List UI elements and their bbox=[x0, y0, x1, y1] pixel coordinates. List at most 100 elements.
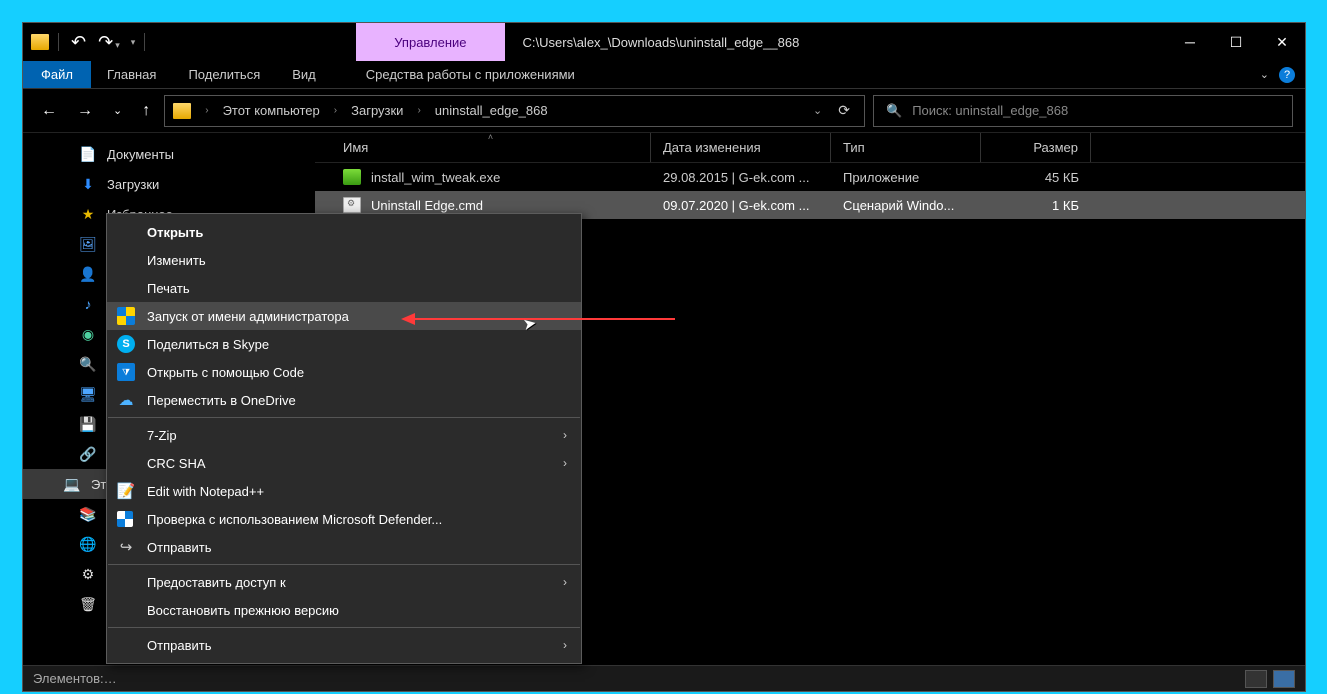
ctx-send-to[interactable]: Отправить › bbox=[107, 631, 581, 659]
customize-qat-icon[interactable]: ▾ bbox=[129, 37, 136, 48]
panel-icon: ⚙ bbox=[79, 566, 97, 582]
saved-icon: 💾 bbox=[79, 416, 97, 432]
ctx-label: Отправить bbox=[147, 638, 211, 653]
contacts-icon: 👤 bbox=[79, 266, 97, 282]
ctx-print[interactable]: Печать bbox=[107, 274, 581, 302]
ctx-run-as-admin[interactable]: Запуск от имени администратора bbox=[107, 302, 581, 330]
titlebar: ↶ ↷▾ ▾ Управление C:\Users\alex_\Downloa… bbox=[23, 23, 1305, 61]
breadcrumb-sep-icon: › bbox=[199, 105, 214, 116]
breadcrumb-this-pc[interactable]: Этот компьютер bbox=[223, 103, 320, 118]
links-icon: 🔗 bbox=[79, 446, 97, 462]
maximize-button[interactable]: ☐ bbox=[1213, 23, 1259, 61]
ctx-label: Предоставить доступ к bbox=[147, 575, 286, 590]
ctx-edit[interactable]: Изменить bbox=[107, 246, 581, 274]
cmd-icon bbox=[343, 197, 361, 213]
file-name: Uninstall Edge.cmd bbox=[371, 198, 483, 213]
details-view-button[interactable] bbox=[1245, 670, 1267, 688]
address-dropdown-icon[interactable]: ⌄ bbox=[813, 104, 822, 117]
col-date[interactable]: Дата изменения bbox=[651, 133, 831, 162]
context-menu: Открыть Изменить Печать Запуск от имени … bbox=[106, 213, 582, 664]
ctx-skype-share[interactable]: S Поделиться в Skype bbox=[107, 330, 581, 358]
ctx-share[interactable]: ↪ Отправить bbox=[107, 533, 581, 561]
ctx-move-to-onedrive[interactable]: ☁ Переместить в OneDrive bbox=[107, 386, 581, 414]
status-bar: Элементов:… bbox=[23, 665, 1305, 691]
file-type: Сценарий Windo... bbox=[831, 198, 981, 213]
ctx-scan-defender[interactable]: Проверка с использованием Microsoft Defe… bbox=[107, 505, 581, 533]
ctx-edit-with-notepadpp[interactable]: 📝 Edit with Notepad++ bbox=[107, 477, 581, 505]
sidebar-documents[interactable]: 📄Документы bbox=[23, 139, 315, 169]
vscode-icon: ⧩ bbox=[117, 363, 135, 381]
breadcrumb-sep-icon: › bbox=[328, 105, 343, 116]
tab-share[interactable]: Поделиться bbox=[172, 61, 276, 88]
desktop-icon: 🖥 bbox=[79, 386, 97, 402]
ctx-open[interactable]: Открыть bbox=[107, 218, 581, 246]
ctx-grant-access[interactable]: Предоставить доступ к › bbox=[107, 568, 581, 596]
thumbnails-view-button[interactable] bbox=[1273, 670, 1295, 688]
ctx-label: Запуск от имени администратора bbox=[147, 309, 349, 324]
tab-home[interactable]: Главная bbox=[91, 61, 172, 88]
help-icon[interactable]: ? bbox=[1279, 67, 1295, 83]
ctx-restore-previous[interactable]: Восстановить прежнюю версию bbox=[107, 596, 581, 624]
minimize-button[interactable]: ─ bbox=[1167, 23, 1213, 61]
col-type[interactable]: Тип bbox=[831, 133, 981, 162]
breadcrumb-sep-icon: › bbox=[411, 105, 426, 116]
submenu-arrow-icon: › bbox=[563, 638, 567, 652]
folder-icon bbox=[31, 34, 49, 50]
ctx-7zip[interactable]: 7-Zip › bbox=[107, 421, 581, 449]
submenu-arrow-icon: › bbox=[563, 456, 567, 470]
redo-icon[interactable]: ↷▾ bbox=[95, 32, 123, 53]
sidebar-label: Загрузки bbox=[107, 177, 159, 192]
close-button[interactable]: ✕ bbox=[1259, 23, 1305, 61]
search-icon: 🔍 bbox=[79, 356, 97, 372]
download-icon: ⬇ bbox=[79, 176, 97, 192]
exe-icon bbox=[343, 169, 361, 185]
file-type: Приложение bbox=[831, 170, 981, 185]
ctx-label: CRC SHA bbox=[147, 456, 206, 471]
network-icon: 🌐 bbox=[79, 536, 97, 552]
shield-icon bbox=[117, 307, 135, 325]
sidebar-downloads[interactable]: ⬇ Загрузки bbox=[23, 169, 315, 199]
library-icon: 📚 bbox=[79, 506, 97, 522]
submenu-arrow-icon: › bbox=[563, 575, 567, 589]
notepadpp-icon: 📝 bbox=[117, 482, 135, 500]
annotation-arrow bbox=[405, 318, 675, 320]
col-name[interactable]: Имя˄ bbox=[331, 133, 651, 162]
forward-button[interactable]: → bbox=[71, 98, 99, 124]
menu-separator bbox=[108, 417, 580, 418]
up-button[interactable]: ↑ bbox=[136, 98, 156, 124]
ribbon-tabs: Файл Главная Поделиться Вид Средства раб… bbox=[23, 61, 1305, 89]
defender-icon bbox=[117, 511, 133, 527]
window-controls: ─ ☐ ✕ bbox=[1167, 23, 1305, 61]
trash-icon: 🗑 bbox=[79, 596, 97, 612]
folder-icon bbox=[173, 103, 191, 119]
ctx-open-with-code[interactable]: ⧩ Открыть с помощью Code bbox=[107, 358, 581, 386]
star-icon: ★ bbox=[79, 206, 97, 222]
recent-locations-icon[interactable]: ⌄ bbox=[107, 100, 128, 121]
undo-icon[interactable]: ↶ bbox=[68, 32, 89, 53]
ribbon-expand-icon[interactable]: ⌄ bbox=[1260, 68, 1269, 81]
col-size[interactable]: Размер bbox=[981, 133, 1091, 162]
ctx-crc-sha[interactable]: CRC SHA › bbox=[107, 449, 581, 477]
file-row[interactable]: install_wim_tweak.exe 29.08.2015 | G-ek.… bbox=[315, 163, 1305, 191]
music-icon: ♪ bbox=[79, 296, 97, 312]
column-headers: Имя˄ Дата изменения Тип Размер bbox=[315, 133, 1305, 163]
file-date: 09.07.2020 | G-ek.com ... bbox=[651, 198, 831, 213]
menu-separator bbox=[108, 627, 580, 628]
search-placeholder: Поиск: uninstall_edge_868 bbox=[912, 103, 1068, 118]
tab-view[interactable]: Вид bbox=[276, 61, 332, 88]
back-button[interactable]: ← bbox=[35, 98, 63, 124]
address-bar[interactable]: › Этот компьютер › Загрузки › uninstall_… bbox=[164, 95, 865, 127]
search-box[interactable]: 🔍 Поиск: uninstall_edge_868 bbox=[873, 95, 1293, 127]
status-item-count: Элементов:… bbox=[33, 671, 117, 686]
ribbon-context-tab[interactable]: Управление bbox=[356, 23, 504, 61]
file-size: 1 КБ bbox=[981, 198, 1091, 213]
ctx-label: Проверка с использованием Microsoft Defe… bbox=[147, 512, 442, 527]
tab-app-tools[interactable]: Средства работы с приложениями bbox=[332, 61, 609, 88]
sort-asc-icon: ˄ bbox=[488, 133, 493, 142]
breadcrumb-downloads[interactable]: Загрузки bbox=[351, 103, 403, 118]
file-name: install_wim_tweak.exe bbox=[371, 170, 500, 185]
tab-file[interactable]: Файл bbox=[23, 61, 91, 88]
breadcrumb-folder[interactable]: uninstall_edge_868 bbox=[435, 103, 548, 118]
refresh-icon[interactable]: ⟳ bbox=[838, 102, 850, 119]
menu-separator bbox=[108, 564, 580, 565]
